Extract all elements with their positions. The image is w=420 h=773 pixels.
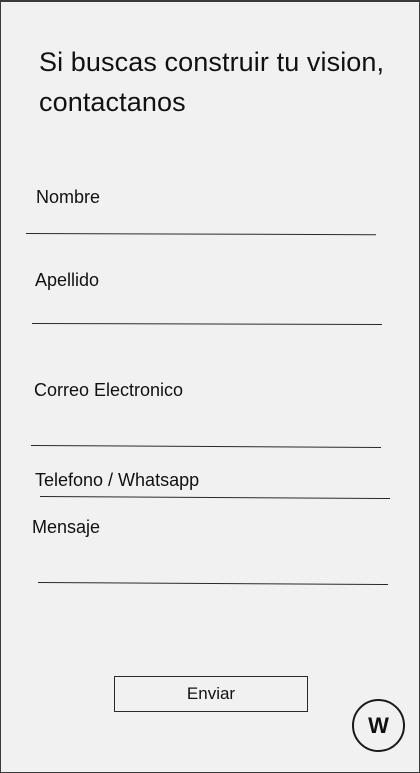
correo-input[interactable] bbox=[31, 422, 381, 446]
nombre-input[interactable] bbox=[26, 210, 376, 234]
enviar-button[interactable]: Enviar bbox=[114, 676, 308, 712]
telefono-input[interactable] bbox=[40, 474, 390, 498]
correo-label: Correo Electronico bbox=[34, 380, 184, 400]
mensaje-label: Mensaje bbox=[32, 517, 101, 537]
apellido-input[interactable] bbox=[32, 300, 382, 324]
mensaje-input[interactable] bbox=[38, 559, 388, 583]
whatsapp-icon: W bbox=[368, 712, 389, 738]
apellido-label: Apellido bbox=[35, 270, 100, 290]
nombre-label: Nombre bbox=[36, 187, 101, 207]
apellido-underline bbox=[31, 323, 383, 325]
whatsapp-button[interactable]: W bbox=[352, 699, 405, 752]
contact-page: Si buscas construir tu vision, contactan… bbox=[0, 0, 420, 773]
nombre-underline bbox=[25, 233, 376, 236]
page-title: Si buscas construir tu vision, contactan… bbox=[39, 47, 385, 117]
